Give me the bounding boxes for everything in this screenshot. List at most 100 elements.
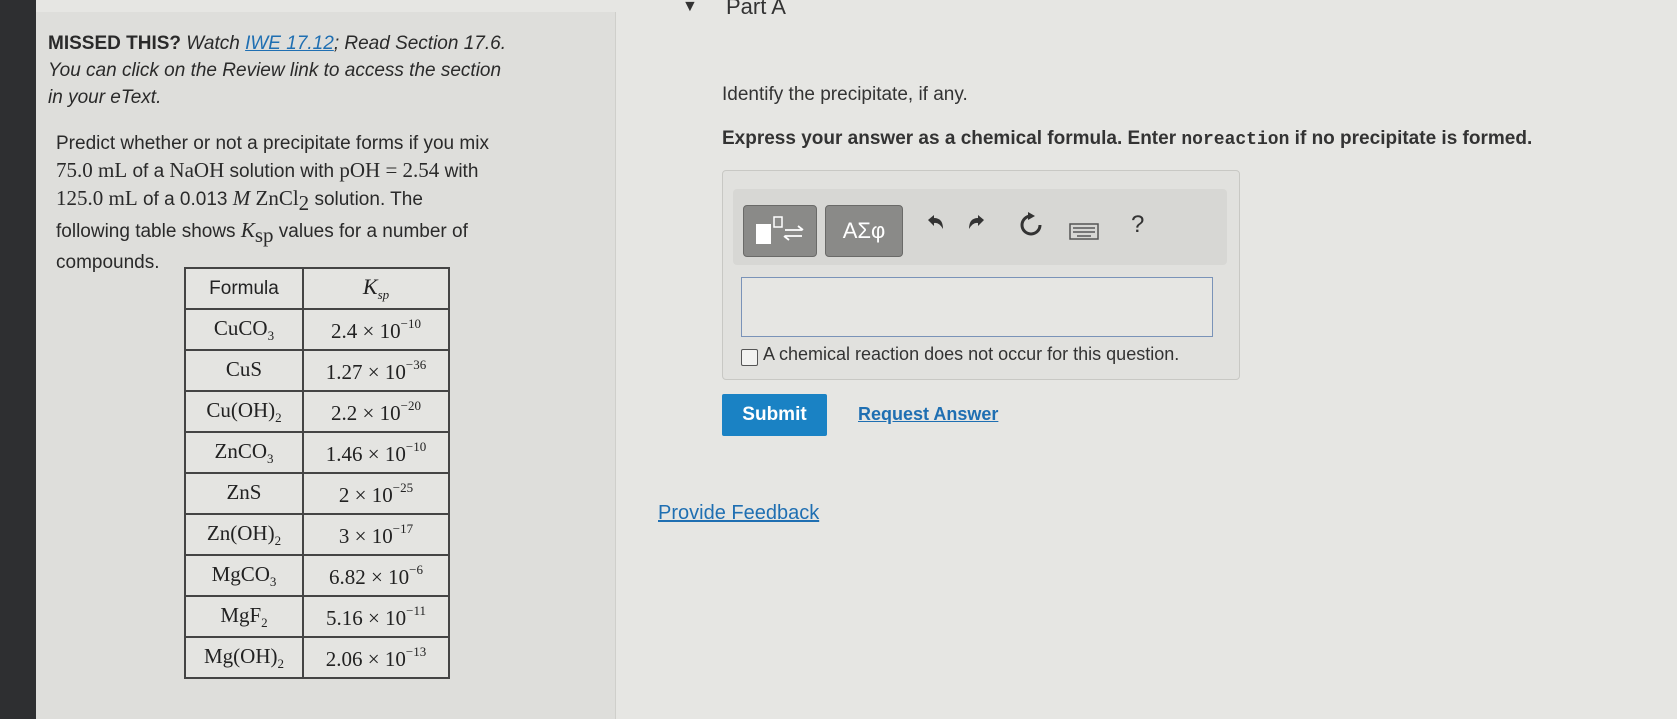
equation-toolbar: ΑΣφ ? xyxy=(733,189,1227,265)
formula-cell: Zn(OH)2 xyxy=(184,513,304,556)
ksp-exponent: −20 xyxy=(400,397,421,413)
redo-icon[interactable] xyxy=(965,211,991,244)
formula-cell: MgF2 xyxy=(184,595,304,638)
answer-input[interactable] xyxy=(741,277,1213,337)
formula-text: ZnS xyxy=(226,479,262,504)
question-text: Identify the precipitate, if any. xyxy=(722,84,968,105)
missed-this-note: MISSED THIS? Watch IWE 17.12; Read Secti… xyxy=(48,30,568,111)
problem-statement: Predict whether or not a precipitate for… xyxy=(56,130,576,276)
ksp-value-cell: 2.4 × 10−10 xyxy=(302,308,450,351)
formula-text: CuCO xyxy=(213,315,268,340)
table-row: ZnCO3 1.46 × 10−10 xyxy=(184,431,450,474)
formula-cell: Mg(OH)2 xyxy=(184,636,304,679)
iwe-link[interactable]: IWE 17.12 xyxy=(245,33,334,54)
formula-subscript: 2 xyxy=(261,614,268,630)
table-row: ZnS 2 × 10−25 xyxy=(184,472,450,515)
ksp-exponent: −36 xyxy=(405,356,427,372)
ksp-header-k: K xyxy=(362,274,378,299)
problem-line1: Predict whether or not a precipitate for… xyxy=(56,133,489,154)
answer-box: ΑΣφ ? A chemical reaction does not occur… xyxy=(722,170,1240,380)
ksp-value-cell: 2 × 10−25 xyxy=(302,472,450,515)
ksp-value-cell: 1.27 × 10−36 xyxy=(302,349,450,392)
volume-zncl2: 125.0 mL xyxy=(56,186,138,210)
ksp-value-cell: 3 × 10−17 xyxy=(302,513,450,556)
formula-subscript: 2 xyxy=(277,655,285,671)
ksp-subscript: sp xyxy=(254,223,274,247)
problem-text: following table shows xyxy=(56,221,241,242)
table-row: CuCO3 2.4 × 10−10 xyxy=(184,308,450,351)
ksp-mantissa: 2.4 × 10 xyxy=(331,318,401,343)
formula-cell: ZnS xyxy=(184,472,304,515)
formula-subscript: 3 xyxy=(267,450,274,466)
table-row: Zn(OH)2 3 × 10−17 xyxy=(184,513,450,556)
submit-button[interactable]: Submit xyxy=(722,394,827,436)
no-reaction-checkbox[interactable] xyxy=(741,349,758,366)
ksp-mantissa: 3 × 10 xyxy=(338,523,393,548)
ksp-mantissa: 2 × 10 xyxy=(338,482,393,507)
undo-icon[interactable] xyxy=(921,211,947,244)
ksp-mantissa: 2.2 × 10 xyxy=(331,400,401,425)
template-button[interactable] xyxy=(743,205,817,257)
table-row: Cu(OH)2 2.2 × 10−20 xyxy=(184,390,450,433)
formula-cell: Cu(OH)2 xyxy=(184,390,304,433)
ksp-mantissa: 5.16 × 10 xyxy=(326,605,407,630)
collapse-caret-icon[interactable]: ▼ xyxy=(682,0,698,16)
formula-text: Cu(OH) xyxy=(206,397,276,422)
ksp-value-cell: 1.46 × 10−10 xyxy=(302,431,450,474)
problem-text: solution. The xyxy=(309,189,423,210)
zncl2-subscript: 2 xyxy=(298,191,310,215)
problem-text: of a 0.013 xyxy=(137,189,233,210)
missed-watch: Watch xyxy=(186,33,240,54)
no-reaction-label[interactable]: A chemical reaction does not occur for t… xyxy=(763,344,1179,365)
ksp-mantissa: 2.06 × 10 xyxy=(325,646,406,671)
keyboard-icon[interactable] xyxy=(1069,217,1099,248)
problem-panel: MISSED THIS? Watch IWE 17.12; Read Secti… xyxy=(36,12,616,719)
missed-line3: in your eText. xyxy=(48,87,162,108)
ksp-exponent: −10 xyxy=(405,438,427,454)
formula-text: ZnCO xyxy=(214,438,268,463)
instructions-text: if no precipitate is formed. xyxy=(1289,128,1533,149)
poh-value: pOH = 2.54 xyxy=(339,158,440,182)
table-row: CuS 1.27 × 10−36 xyxy=(184,349,450,392)
formula-cell: CuCO3 xyxy=(184,308,304,351)
formula-text: MgF xyxy=(220,602,262,627)
greek-symbols-button[interactable]: ΑΣφ xyxy=(825,205,903,257)
ksp-header-sub: sp xyxy=(377,287,390,302)
naoh-formula: NaOH xyxy=(169,158,225,182)
ksp-exponent: −6 xyxy=(409,561,423,577)
molarity-symbol: M xyxy=(232,186,251,210)
formula-subscript: 2 xyxy=(274,532,282,548)
table-row: MgF2 5.16 × 10−11 xyxy=(184,595,450,638)
table-row: Mg(OH)2 2.06 × 10−13 xyxy=(184,636,450,679)
missed-read: ; Read Section 17.6. xyxy=(333,33,506,54)
noreaction-code: noreaction xyxy=(1181,130,1290,150)
ksp-exponent: −25 xyxy=(392,479,414,495)
formula-subscript: 3 xyxy=(269,573,277,589)
answer-instructions: Express your answer as a chemical formul… xyxy=(722,128,1532,150)
request-answer-link[interactable]: Request Answer xyxy=(858,404,998,425)
ksp-mantissa: 6.82 × 10 xyxy=(329,564,410,589)
ksp-symbol: K xyxy=(240,218,255,242)
formula-text: Zn(OH) xyxy=(206,520,275,545)
formula-header: Formula xyxy=(184,267,304,310)
part-a-title[interactable]: Part A xyxy=(726,0,786,20)
missed-line2: You can click on the Review link to acce… xyxy=(48,60,502,81)
formula-cell: CuS xyxy=(184,349,304,392)
zncl2-formula: ZnCl xyxy=(250,186,299,210)
formula-text: Mg(OH) xyxy=(204,643,278,668)
missed-prefix: MISSED THIS? xyxy=(48,33,182,54)
ksp-exponent: −11 xyxy=(406,602,426,618)
help-icon[interactable]: ? xyxy=(1131,211,1144,239)
ksp-exponent: −10 xyxy=(400,315,421,331)
table-header-row: Formula Ksp xyxy=(184,267,450,310)
problem-text: of a xyxy=(127,161,170,182)
reset-icon[interactable] xyxy=(1017,211,1045,246)
ksp-table: Formula Ksp CuCO3 2.4 × 10−10 CuS 1.27 × 10… xyxy=(184,267,450,679)
formula-text: MgCO xyxy=(211,561,270,586)
formula-subscript: 2 xyxy=(275,409,282,425)
provide-feedback-link[interactable]: Provide Feedback xyxy=(658,502,819,525)
ksp-value-cell: 5.16 × 10−11 xyxy=(302,595,450,638)
ksp-exponent: −17 xyxy=(392,520,414,536)
problem-line5: compounds. xyxy=(56,252,160,273)
problem-text: with xyxy=(439,161,479,182)
